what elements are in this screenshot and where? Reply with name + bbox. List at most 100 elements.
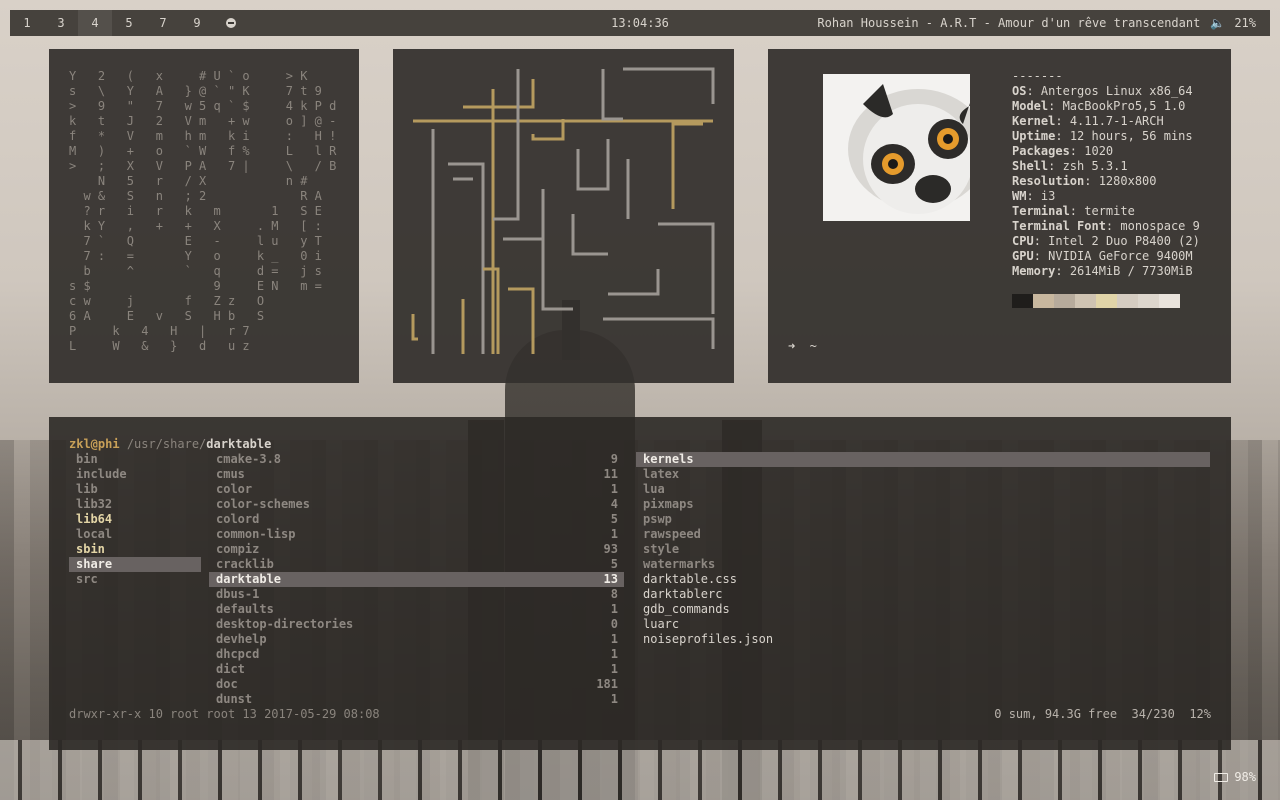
- color-palette: [1012, 294, 1180, 308]
- matrix-terminal[interactable]: Y 2 ( x # U ` o > Ks \ Y A } @ ` " K 7 t…: [49, 49, 359, 383]
- file-entry[interactable]: lib64: [69, 512, 201, 527]
- file-entry[interactable]: color-schemes 4: [209, 497, 624, 512]
- lemur-image: [823, 74, 970, 221]
- file-entry[interactable]: color 1: [209, 482, 624, 497]
- file-name: rawspeed: [643, 527, 701, 541]
- file-entry[interactable]: pixmaps: [636, 497, 1210, 512]
- file-entry[interactable]: noiseprofiles.json: [636, 632, 1210, 647]
- workspace-9[interactable]: 9: [180, 10, 214, 36]
- file-count: 11: [603, 467, 618, 481]
- system-info: ------- OS: Antergos Linux x86_64 Model: …: [1012, 69, 1200, 279]
- speaker-icon[interactable]: 🔈: [1210, 16, 1225, 30]
- pipe-segment: [671, 122, 703, 209]
- info-row: Uptime: 12 hours, 56 mins: [1012, 129, 1193, 143]
- file-entry[interactable]: dict 1: [209, 662, 624, 677]
- workspace-1[interactable]: 1: [10, 10, 44, 36]
- file-entry[interactable]: latex: [636, 467, 1210, 482]
- file-entry[interactable]: dunst 1: [209, 692, 624, 707]
- file-entry[interactable]: cracklib 5: [209, 557, 624, 572]
- info-row: GPU: NVIDIA GeForce 9400M: [1012, 249, 1193, 263]
- file-name: dunst: [216, 692, 253, 706]
- info-value: zsh 5.3.1: [1062, 159, 1128, 173]
- matrix-line: > ; X V P A 7 | \ / B: [69, 159, 337, 173]
- file-count: 8: [610, 587, 618, 601]
- file-entry[interactable]: darktablerc: [636, 587, 1210, 602]
- color-swatch: [1117, 294, 1138, 308]
- file-entry[interactable]: luarc: [636, 617, 1210, 632]
- file-name: lib: [76, 482, 98, 496]
- file-entry[interactable]: local: [69, 527, 201, 542]
- file-name: noiseprofiles.json: [643, 632, 774, 646]
- file-entry[interactable]: style: [636, 542, 1210, 557]
- file-entry[interactable]: compiz 93: [209, 542, 624, 557]
- file-count: 1: [610, 662, 618, 676]
- file-entry[interactable]: lua: [636, 482, 1210, 497]
- file-entry[interactable]: common-lisp 1: [209, 527, 624, 542]
- file-entry[interactable]: darktable.css: [636, 572, 1210, 587]
- file-entry[interactable]: devhelp 1: [209, 632, 624, 647]
- info-value: Intel 2 Duo P8400 (2): [1048, 234, 1200, 248]
- file-entry[interactable]: share: [69, 557, 201, 572]
- file-entry[interactable]: kernels: [636, 452, 1210, 467]
- file-name: local: [76, 527, 113, 541]
- file-entry[interactable]: pswp: [636, 512, 1210, 527]
- workspace-7[interactable]: 7: [146, 10, 180, 36]
- color-swatch: [1096, 294, 1117, 308]
- info-row: Model: MacBookPro5,5 1.0: [1012, 99, 1186, 113]
- file-entry[interactable]: cmus 11: [209, 467, 624, 482]
- clock: 13:04:36: [611, 16, 669, 30]
- info-value: 1280x800: [1098, 174, 1157, 188]
- file-name: color: [216, 482, 253, 496]
- file-entry[interactable]: bin: [69, 452, 201, 467]
- file-entry[interactable]: defaults 1: [209, 602, 624, 617]
- workspace-extra-button[interactable]: [214, 10, 248, 36]
- matrix-line: k Y , + + X . M [ :: [69, 219, 322, 233]
- file-name: lib64: [76, 512, 113, 526]
- file-name: dbus-1: [216, 587, 260, 601]
- file-entry[interactable]: src: [69, 572, 201, 587]
- workspace-3[interactable]: 3: [44, 10, 78, 36]
- file-entry[interactable]: sbin: [69, 542, 201, 557]
- pipes-terminal[interactable]: [393, 49, 734, 383]
- pipe-segment: [483, 267, 500, 354]
- file-entry[interactable]: gdb_commands: [636, 602, 1210, 617]
- info-row: Terminal Font: monospace 9: [1012, 219, 1200, 233]
- workspace-5[interactable]: 5: [112, 10, 146, 36]
- file-entry[interactable]: dbus-1 8: [209, 587, 624, 602]
- file-entry[interactable]: rawspeed: [636, 527, 1210, 542]
- file-entry[interactable]: colord 5: [209, 512, 624, 527]
- status-right: Rohan Houssein - A.R.T - Amour d'un rêve…: [817, 16, 1256, 30]
- file-entry[interactable]: desktop-directories 0: [209, 617, 624, 632]
- volume-level[interactable]: 21%: [1234, 16, 1256, 30]
- file-name: luarc: [643, 617, 680, 631]
- file-name: watermarks: [643, 557, 716, 571]
- file-entry[interactable]: cmake-3.8 9: [209, 452, 624, 467]
- file-entry[interactable]: lib32: [69, 497, 201, 512]
- battery-icon: [1214, 772, 1229, 782]
- neofetch-terminal[interactable]: ------- OS: Antergos Linux x86_64 Model: …: [768, 49, 1231, 383]
- file-name: dhcpcd: [216, 647, 260, 661]
- lemur-face-icon: [848, 84, 970, 214]
- workspace-4[interactable]: 4: [78, 10, 112, 36]
- matrix-line: 7 : = Y o k _ 0 i: [69, 249, 322, 263]
- file-entry[interactable]: watermarks: [636, 557, 1210, 572]
- file-entry[interactable]: include: [69, 467, 201, 482]
- file-entry[interactable]: darktable 13: [209, 572, 624, 587]
- file-name: cracklib: [216, 557, 274, 571]
- preview-column: kernels latex lua pixmaps pswp rawspeed style w…: [636, 452, 1210, 647]
- file-entry[interactable]: lib: [69, 482, 201, 497]
- info-value: 4.11.7-1-ARCH: [1069, 114, 1164, 128]
- file-entry[interactable]: dhcpcd 1: [209, 647, 624, 662]
- shell-prompt[interactable]: ➜ ~: [788, 339, 817, 353]
- pipe-segment: [658, 222, 715, 314]
- color-swatch: [1033, 294, 1054, 308]
- file-name: desktop-directories: [216, 617, 354, 631]
- file-count: 1: [610, 632, 618, 646]
- info-row: Packages: 1020: [1012, 144, 1114, 158]
- path-prefix: /usr/share/: [126, 437, 207, 451]
- file-entry[interactable]: doc 181: [209, 677, 624, 692]
- ranger-terminal[interactable]: zkl@phi /usr/share/darktable bin include l…: [49, 417, 1231, 750]
- info-key: GPU: [1012, 249, 1034, 263]
- user-host: zkl@phi: [69, 437, 120, 451]
- file-count: 1: [610, 527, 618, 541]
